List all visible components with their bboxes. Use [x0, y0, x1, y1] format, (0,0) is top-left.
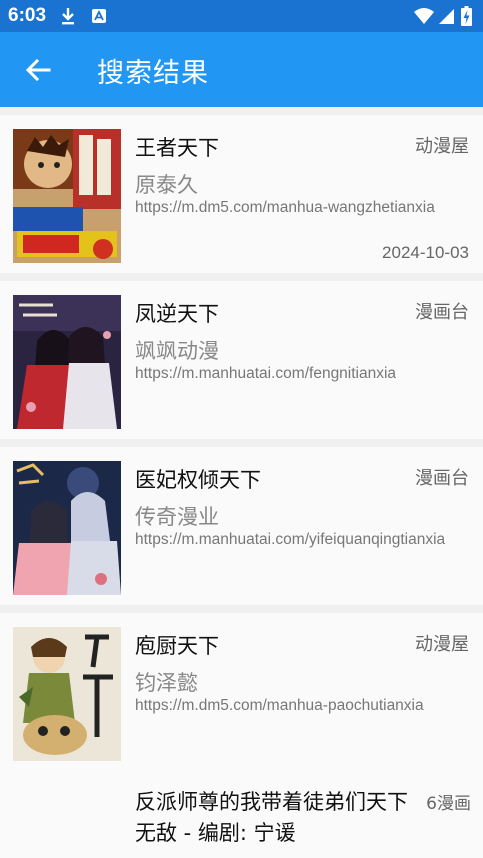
comic-title: 反派师尊的我带着徒弟们天下无敌 - 编剧: 宁谖 — [135, 790, 408, 845]
comic-author: 钧泽懿 — [135, 671, 198, 695]
result-item[interactable]: 医妃权倾天下 漫画台 传奇漫业 https://m.manhuatai.com/… — [0, 447, 483, 605]
source-name: 漫画台 — [415, 468, 469, 489]
result-item[interactable]: 庖厨天下 动漫屋 钧泽懿 https://m.dm5.com/manhua-pa… — [0, 613, 483, 771]
battery-charging-icon — [461, 6, 472, 26]
page-title: 搜索结果 — [97, 58, 209, 89]
comic-title: 王者天下 — [135, 136, 219, 160]
comic-url: https://m.manhuatai.com/yifeiquanqingtia… — [135, 531, 446, 548]
comic-title: 凤逆天下 — [135, 302, 219, 326]
wifi-icon — [413, 6, 435, 26]
source-name: 动漫屋 — [415, 136, 469, 157]
source-name: 动漫屋 — [415, 634, 469, 655]
result-item[interactable]: 王者天下 动漫屋 原泰久 https://m.dm5.com/manhua-wa… — [0, 115, 483, 273]
update-date: 2024-10-03 — [382, 243, 469, 262]
back-arrow-icon[interactable] — [22, 54, 54, 86]
source-name: 6漫画 — [426, 794, 471, 814]
comic-title: 庖厨天下 — [135, 634, 219, 658]
app-notification-icon — [91, 6, 107, 26]
comic-url: https://m.dm5.com/manhua-paochutianxia — [135, 697, 424, 714]
app-bar: 搜索结果 — [0, 32, 483, 107]
comic-cover — [13, 295, 121, 429]
source-name: 漫画台 — [415, 302, 469, 323]
comic-author: 传奇漫业 — [135, 505, 219, 529]
result-item[interactable]: 凤逆天下 漫画台 飒飒动漫 https://m.manhuatai.com/fe… — [0, 281, 483, 439]
comic-cover — [13, 129, 121, 263]
comic-url: https://m.manhuatai.com/fengnitianxia — [135, 365, 397, 382]
status-bar: 6:03 — [0, 0, 483, 32]
result-item[interactable]: 反派师尊的我带着徒弟们天下无敌 - 编剧: 宁谖 6漫画 — [0, 769, 483, 858]
comic-cover — [13, 627, 121, 761]
cellular-signal-icon — [438, 6, 455, 26]
comic-cover — [13, 461, 121, 595]
status-time: 6:03 — [8, 5, 47, 26]
comic-title: 医妃权倾天下 — [135, 468, 261, 492]
download-icon — [60, 6, 76, 26]
comic-author: 原泰久 — [135, 173, 198, 197]
comic-author: 飒飒动漫 — [135, 339, 219, 363]
comic-url: https://m.dm5.com/manhua-wangzhetianxia — [135, 199, 435, 216]
